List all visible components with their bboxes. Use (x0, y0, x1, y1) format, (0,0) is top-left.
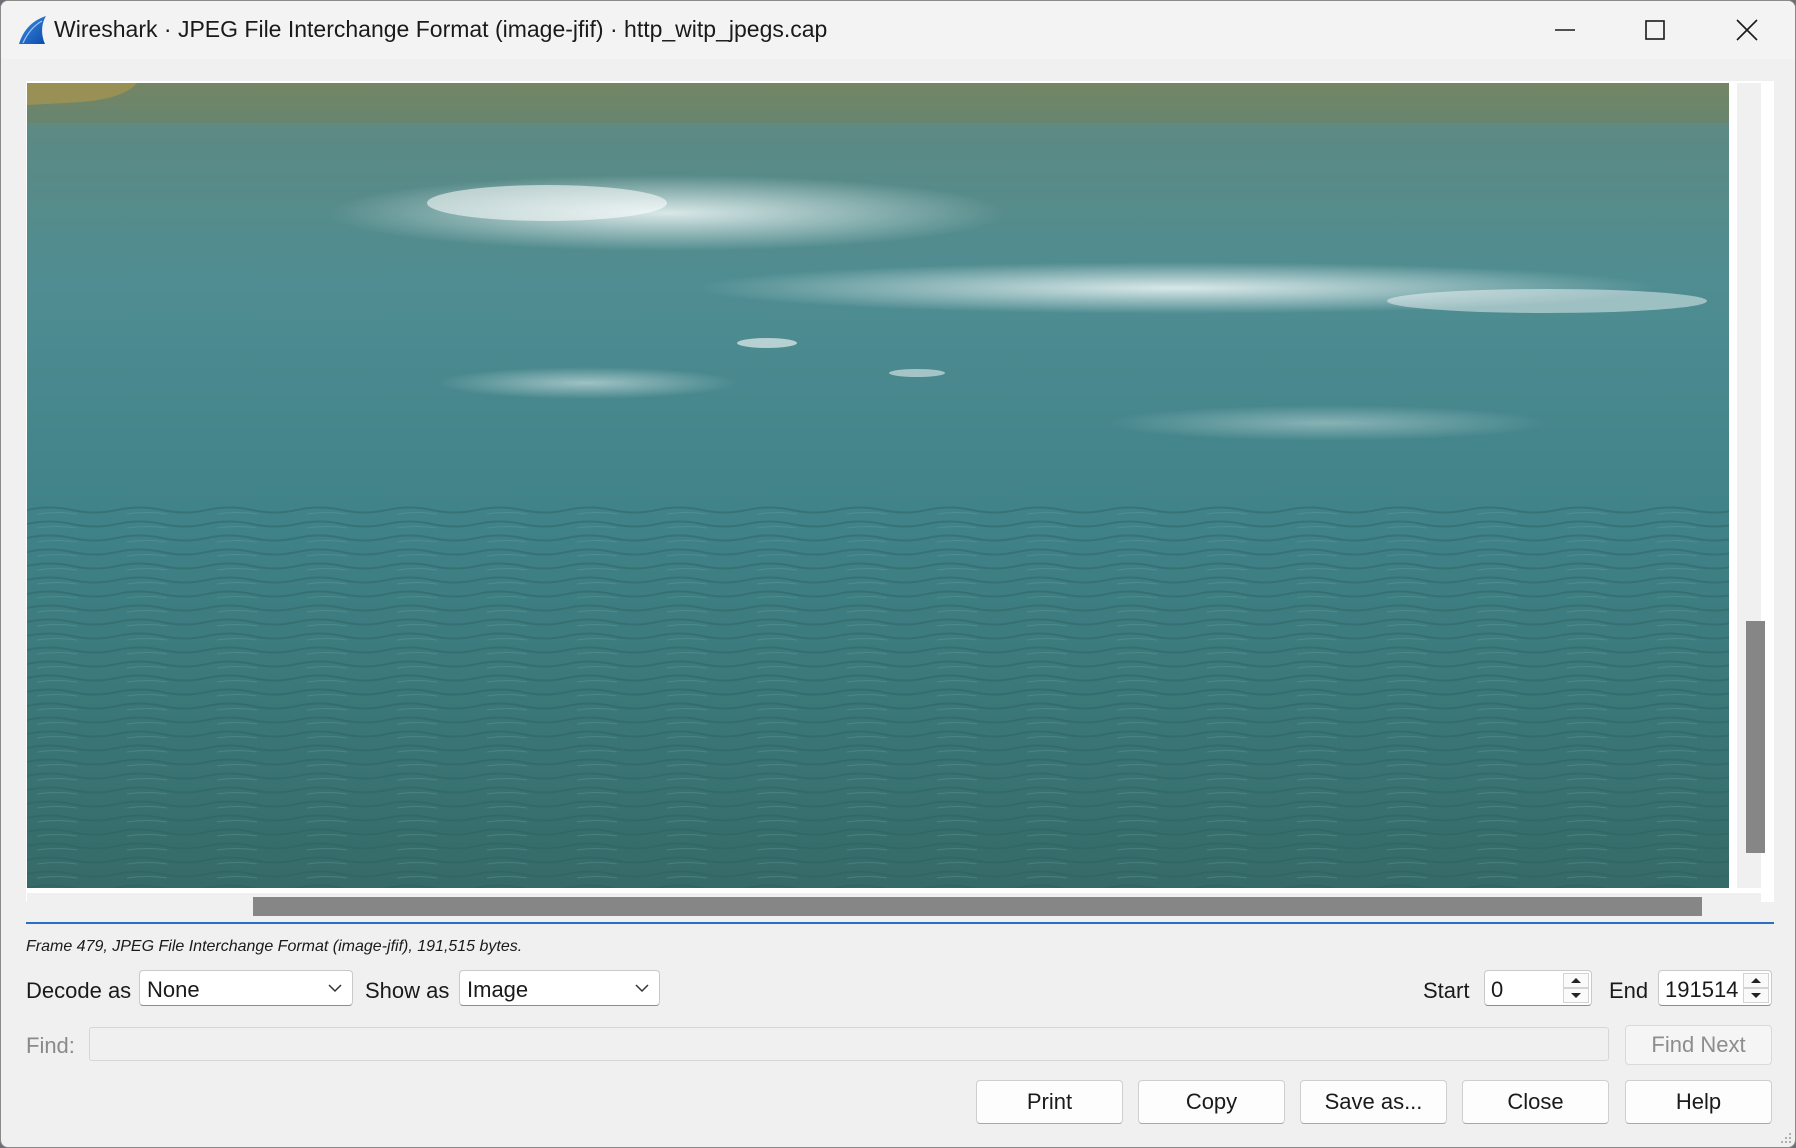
resize-grip-icon[interactable] (1778, 1130, 1792, 1144)
chevron-down-icon (328, 984, 342, 993)
show-as-value: Image (467, 977, 529, 1002)
help-button[interactable]: Help (1625, 1080, 1772, 1124)
window-title: Wireshark · JPEG File Interchange Format… (54, 16, 828, 42)
decode-as-label: Decode as (26, 978, 132, 1003)
decode-as-value: None (147, 977, 200, 1002)
packet-bytes-dialog: Wireshark · JPEG File Interchange Format… (0, 0, 1796, 1148)
find-input[interactable] (89, 1027, 1609, 1061)
horizontal-scroll-thumb[interactable] (253, 897, 1702, 916)
end-value: 191514 (1665, 977, 1739, 1002)
jpeg-image-preview (27, 83, 1729, 888)
close-window-button[interactable] (1701, 1, 1793, 59)
copy-button[interactable]: Copy (1138, 1080, 1285, 1124)
spin-arrows-icon[interactable] (1743, 973, 1769, 1003)
image-viewer[interactable] (26, 81, 1774, 916)
save-as-button[interactable]: Save as... (1300, 1080, 1447, 1124)
chevron-down-icon (635, 984, 649, 993)
print-button[interactable]: Print (976, 1080, 1123, 1124)
close-button[interactable]: Close (1462, 1080, 1609, 1124)
find-next-button[interactable]: Find Next (1625, 1025, 1772, 1065)
vertical-scroll-thumb[interactable] (1746, 621, 1765, 853)
start-value: 0 (1491, 977, 1504, 1002)
wireshark-fin-icon (19, 16, 46, 44)
minimize-icon (1555, 29, 1575, 31)
decode-as-select[interactable]: None (139, 970, 353, 1006)
title-bar[interactable]: Wireshark · JPEG File Interchange Format… (1, 1, 1795, 59)
maximize-icon (1645, 20, 1665, 40)
show-as-label: Show as (365, 978, 450, 1003)
find-label: Find: (26, 1033, 75, 1058)
start-spinbox[interactable]: 0 (1484, 970, 1592, 1006)
spin-arrows-icon[interactable] (1563, 973, 1589, 1003)
end-spinbox[interactable]: 191514 (1658, 970, 1772, 1006)
frame-info-text: Frame 479, JPEG File Interchange Format … (26, 938, 523, 955)
show-as-select[interactable]: Image (459, 970, 660, 1006)
maximize-button[interactable] (1609, 1, 1701, 59)
start-label: Start (1423, 978, 1470, 1003)
divider (26, 922, 1774, 924)
end-label: End (1609, 978, 1649, 1003)
minimize-button[interactable] (1519, 1, 1611, 59)
close-icon (1736, 19, 1758, 41)
